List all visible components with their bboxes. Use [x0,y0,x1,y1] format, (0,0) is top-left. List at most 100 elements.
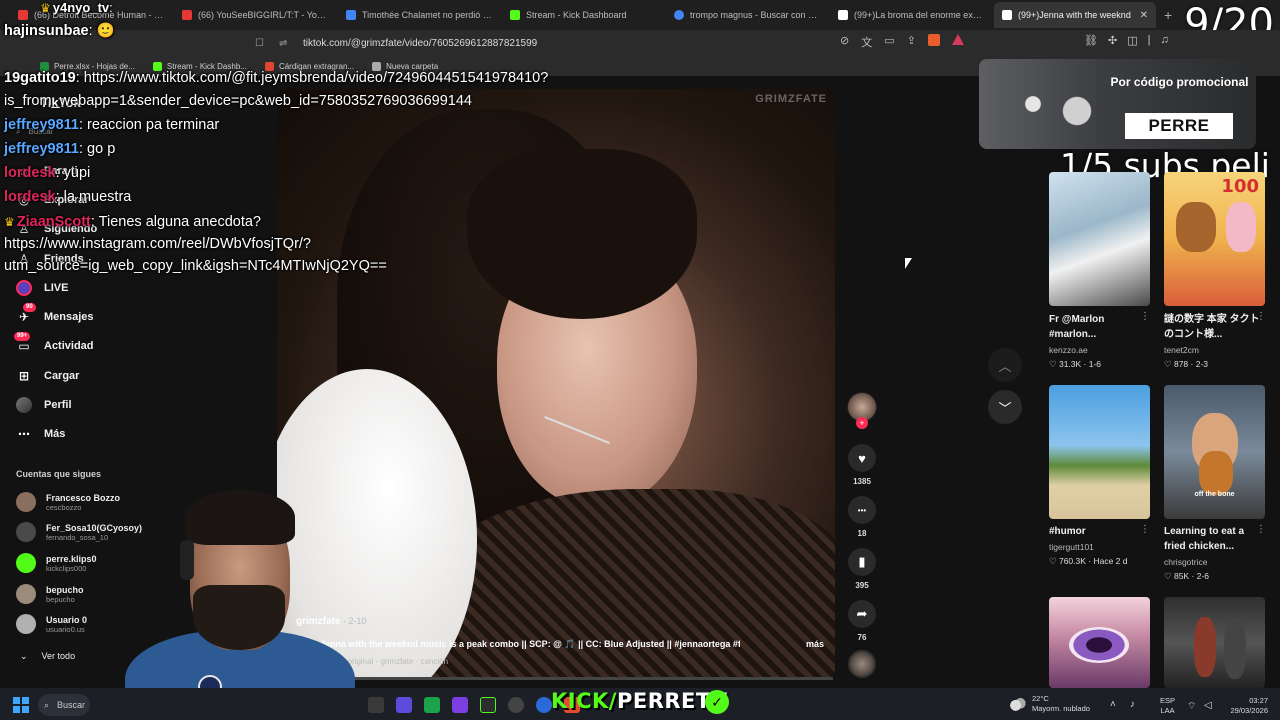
music-disc-icon[interactable] [848,650,876,678]
card-title[interactable]: #humor [1049,524,1149,539]
chevron-up-icon[interactable]: ︿ [988,348,1022,382]
kebab-menu-icon[interactable]: ⋮ [1256,311,1266,322]
browser-tab[interactable]: (99+)La broma del enorme excremento [830,2,992,28]
tab-favicon-icon [510,10,520,20]
verified-badge-icon: ✓ [705,690,729,714]
promo-image [989,69,1099,139]
like-count: 1385 [853,477,871,486]
save-count: 395 [855,581,869,590]
video-player[interactable]: GRIMZFATE [277,89,835,678]
windows-start-icon[interactable] [13,697,29,713]
video-thumbnail[interactable] [1049,385,1150,519]
nav-more[interactable]: ⋯ Más [16,426,65,442]
weather-desc: Mayorm. nublado [1032,704,1090,713]
new-tab-button[interactable]: + [1164,7,1172,23]
lang-layout: LAA [1160,706,1175,715]
puzzle-icon[interactable]: ✣ [1108,34,1117,47]
divider: | [1147,34,1151,46]
music-icon[interactable]: ♫ [1160,34,1168,47]
brave-rewards-icon[interactable] [951,34,964,45]
thumb-eye [1069,627,1129,663]
card-user[interactable]: chrisgotrice [1164,557,1207,567]
chat-text: : yupi [55,165,91,181]
browser-toolbar: ⛓ ✣ ◫ | ♫ [1084,34,1169,47]
crown-icon: ♛ [4,215,15,229]
following-account[interactable]: bepucho bepucho [16,584,84,604]
chat-text: : [109,0,113,15]
nav-profile[interactable]: Perfil [16,397,72,413]
chat-text: : reaccion pa terminar [78,117,220,133]
weather-widget[interactable]: 22°C Mayorm. nublado [1010,694,1090,714]
browser-tab[interactable]: Stream - Kick Dashboard [502,2,664,28]
video-thumbnail[interactable] [1164,597,1265,688]
tracking-icon[interactable]: ⊘ [840,34,849,50]
webcam-beard [193,585,285,650]
video-thumbnail[interactable]: off the bone [1164,385,1265,519]
extension-icon[interactable]: ⛓ [1084,34,1098,47]
video-thumbnail[interactable] [1049,172,1150,306]
browser-tab[interactable]: (66) YouSeeBIGGIRL/T:T - YouTube [174,2,336,28]
save-button[interactable]: ▮ 395 [846,548,878,590]
app-icon[interactable] [424,697,440,713]
comment-button[interactable]: ••• 18 [846,496,878,538]
sidebar-toggle-icon[interactable]: ◫ [1127,34,1137,47]
follow-plus-icon[interactable]: + [856,417,868,429]
nav-upload[interactable]: ⊞ Cargar [16,368,80,384]
close-tab-icon[interactable]: ✕ [1140,10,1148,21]
video-thumbnail[interactable]: 100 [1164,172,1265,306]
microphone-icon[interactable]: ♪ [1130,699,1135,710]
chat-message: lordesk: yupi [4,165,90,181]
kebab-menu-icon[interactable]: ⋮ [1140,524,1150,535]
browser-tab[interactable]: Timothée Chalamet no perdió el Oscar [338,2,500,28]
app-icon[interactable] [536,697,552,713]
volume-icon[interactable]: ◁ [1204,700,1212,711]
app-icon[interactable] [368,697,384,713]
card-user[interactable]: tigergutt101 [1049,542,1094,552]
brave-shield-icon[interactable] [927,34,940,46]
url-text[interactable]: tiktok.com/@grimzfate/video/760526961288… [303,38,537,49]
browser-tab[interactable]: trompo magnus - Buscar con Google [666,2,828,28]
like-button[interactable]: ♥ 1385 [846,444,878,486]
share-page-icon[interactable]: ⇪ [907,34,916,50]
chat-message: jeffrey9811: reaccion pa terminar [4,117,219,133]
kebab-menu-icon[interactable]: ⋮ [1256,524,1266,535]
app-icon[interactable] [396,697,412,713]
nav-messages[interactable]: ✈ 90 Mensajes [16,303,94,325]
more-button[interactable]: más [806,639,824,649]
chevron-up-icon[interactable]: ˄ [1110,699,1116,710]
following-account[interactable]: Usuario 0 usuario0.us [16,614,87,634]
omnibox-actions: ⊘ 文 ▭ ⇪ [840,34,964,50]
app-icon[interactable] [508,697,524,713]
tab-favicon-icon [346,10,356,20]
bookmark-icon[interactable]: ☐ [255,38,267,49]
promo-code: PERRE [1125,113,1233,139]
tab-favicon-icon [18,10,28,20]
taskbar-clock[interactable]: 03:27 29/03/2026 [1226,696,1268,716]
card-title[interactable]: Fr @Marlon #marlon... [1049,312,1149,342]
language-indicator[interactable]: ESP LAA [1160,696,1175,716]
cast-icon[interactable]: ▭ [884,34,894,50]
chevron-down-icon[interactable]: ﹀ [988,390,1022,424]
app-icon[interactable] [452,697,468,713]
browser-tab-active[interactable]: (99+)Jenna with the weeknd ✕ [994,2,1156,28]
system-tray: ˄ ♪ [1110,699,1135,710]
card-user[interactable]: tenet2cm [1164,345,1199,355]
card-title[interactable]: 謎の数字 本家 タクトのコント様... [1164,312,1264,342]
video-progress-bar[interactable] [345,677,833,680]
video-thumbnail[interactable] [1049,597,1150,688]
card-title[interactable]: Learning to eat a fried chicken... [1164,524,1264,554]
see-all-button[interactable]: ⌄ Ver todo [20,651,75,662]
kebab-menu-icon[interactable]: ⋮ [1140,311,1150,322]
nav-live[interactable]: LIVE [16,280,68,296]
network-icon[interactable]: ⌔ [1187,700,1196,713]
card-user[interactable]: kenzzo.ae [1049,345,1088,355]
app-icon[interactable] [480,697,496,713]
nav-activity[interactable]: ▭ 99+ Actividad [14,332,94,354]
card-stats: ♡ 760.3K · Hace 2 d [1049,556,1128,566]
activity-icon: ▭ 99+ [14,332,32,354]
thumb-label: 100 [1221,176,1259,197]
share-button[interactable]: ➦ 76 [846,600,878,642]
translate-icon[interactable]: 文 [861,34,872,50]
taskbar-search[interactable]: ⌕ Buscar [38,694,90,716]
site-info-icon[interactable]: ⇌ [279,38,291,49]
